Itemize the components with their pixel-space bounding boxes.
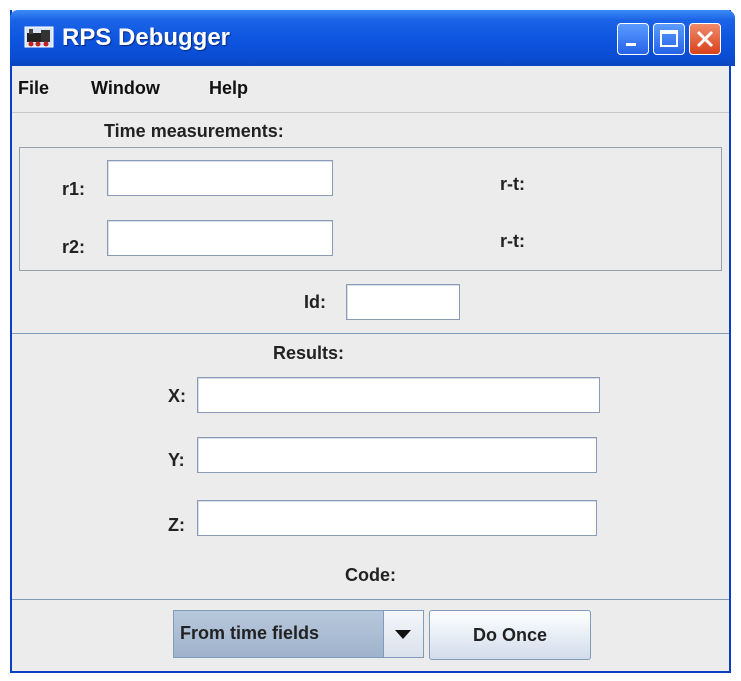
r1-label: r1: (62, 179, 86, 199)
results-heading: Results: (273, 343, 345, 363)
r2-rt-label: r-t: (500, 231, 525, 251)
r1-input[interactable] (107, 160, 333, 196)
source-selected-value: From time fields (180, 623, 320, 643)
menu-window[interactable]: Window (91, 78, 160, 99)
source-dropdown[interactable]: From time fields (173, 610, 424, 658)
minimize-button[interactable] (617, 23, 649, 55)
r2-label: r2: (62, 237, 86, 257)
rps-debugger-window: RPS Debugger File Window Help Time measu… (10, 10, 735, 673)
code-label: Code: (345, 565, 396, 585)
train-icon (24, 26, 54, 48)
do-once-button[interactable]: Do Once (429, 610, 591, 660)
id-label: Id: (304, 292, 326, 312)
x-input[interactable] (197, 377, 600, 413)
dropdown-arrow-button[interactable] (383, 611, 423, 657)
menu-bar: File Window Help (12, 66, 729, 113)
divider-2 (12, 599, 729, 600)
maximize-button[interactable] (653, 23, 685, 55)
window-title: RPS Debugger (62, 24, 231, 51)
y-label: Y: (168, 450, 185, 470)
z-label: Z: (168, 515, 185, 535)
r2-input[interactable] (107, 220, 333, 256)
chevron-down-icon (395, 630, 411, 639)
title-bar[interactable]: RPS Debugger (10, 10, 735, 66)
menu-file[interactable]: File (18, 78, 49, 99)
time-measurements-heading: Time measurements: (104, 121, 284, 141)
menu-help[interactable]: Help (209, 78, 248, 99)
close-button[interactable] (689, 23, 721, 55)
r1-rt-label: r-t: (500, 174, 525, 194)
y-input[interactable] (197, 437, 597, 473)
divider-1 (12, 333, 729, 334)
close-icon (696, 30, 714, 48)
x-label: X: (168, 386, 186, 406)
maximize-icon (660, 30, 678, 47)
minimize-icon (626, 43, 636, 46)
id-input[interactable] (346, 284, 460, 320)
z-input[interactable] (197, 500, 597, 536)
